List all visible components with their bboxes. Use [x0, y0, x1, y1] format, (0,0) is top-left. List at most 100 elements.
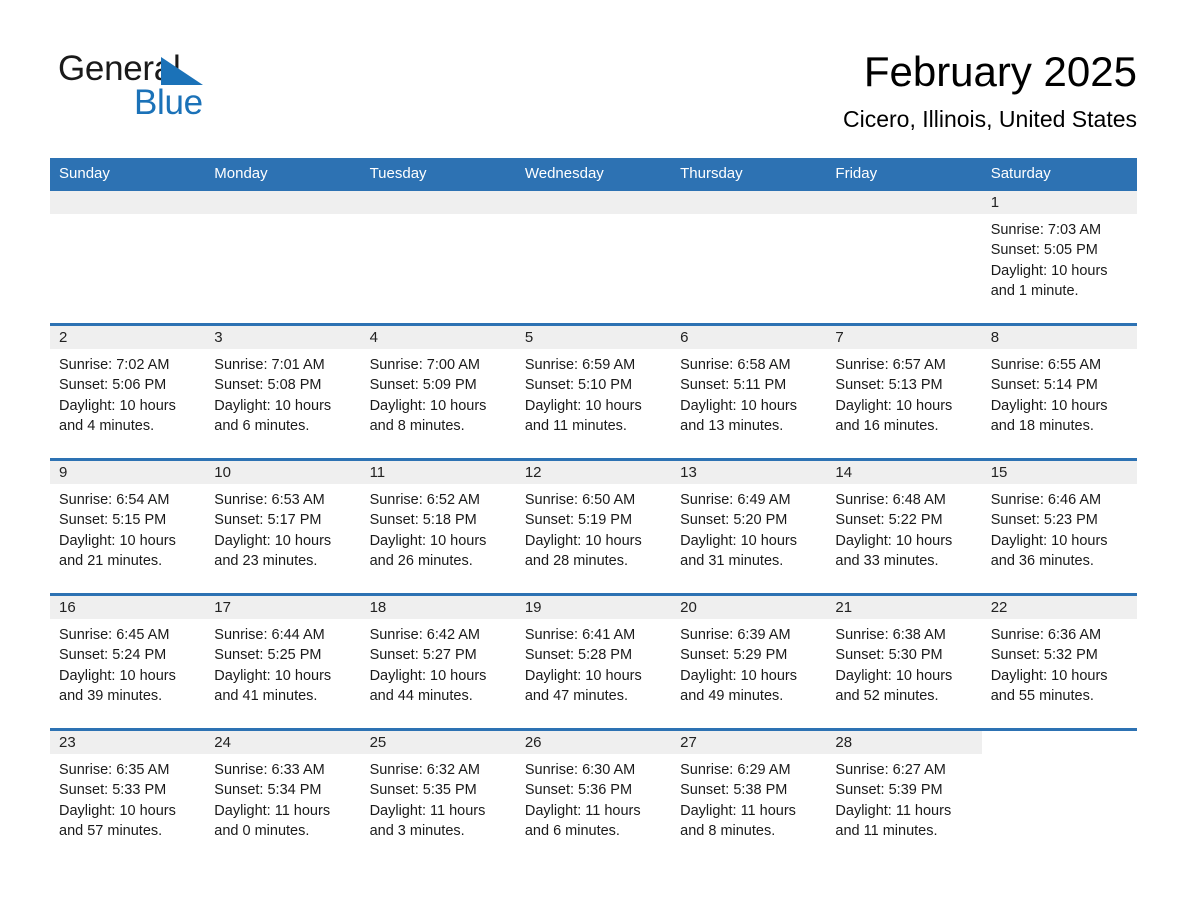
day-cell-4[interactable]: 4 Sunrise: 7:00 AM Sunset: 5:09 PM Daylight… [360, 326, 516, 458]
day-number [50, 191, 206, 214]
day-cell-13[interactable]: 13 Sunrise: 6:49 AM Sunset: 5:20 PM Dayligh… [671, 461, 827, 593]
page-header: General Blue February 2025 Cicero, Illin… [50, 46, 1137, 146]
weekday-header-sunday: Sunday [59, 165, 110, 182]
day-cell-28[interactable]: 28 Sunrise: 6:27 AM Sunset: 5:39 PM Dayligh… [826, 731, 982, 863]
daylight-text: Daylight: 10 hours and 18 minutes. [990, 397, 1108, 435]
sunrise-text: Sunrise: 7:00 AM [369, 357, 480, 373]
day-cell-12[interactable]: 12 Sunrise: 6:50 AM Sunset: 5:19 PM Dayligh… [515, 461, 672, 593]
sunrise-text: Sunrise: 6:35 AM [59, 762, 170, 778]
day-info: Sunrise: 6:48 AM Sunset: 5:22 PM Daylight:… [826, 484, 981, 572]
day-cell-24[interactable]: 24 Sunrise: 6:33 AM Sunset: 5:34 PM Dayligh… [205, 731, 361, 863]
sunset-text: Sunset: 5:23 PM [990, 512, 1098, 529]
day-cell-18[interactable]: 18 Sunrise: 6:42 AM Sunset: 5:27 PM Dayligh… [360, 596, 516, 728]
day-cell-23[interactable]: 23 Sunrise: 6:35 AM Sunset: 5:33 PM Dayligh… [50, 731, 206, 863]
day-number: 11 [360, 461, 516, 484]
day-number: 21 [826, 596, 982, 619]
day-cell-26[interactable]: 26 Sunrise: 6:30 AM Sunset: 5:36 PM Dayligh… [515, 731, 672, 863]
day-number: 9 [50, 461, 206, 484]
daylight-text: Daylight: 10 hours and 39 minutes. [59, 667, 176, 705]
day-cell-19[interactable]: 19 Sunrise: 6:41 AM Sunset: 5:28 PM Dayligh… [515, 596, 672, 728]
sunset-text: Sunset: 5:15 PM [59, 512, 167, 529]
sunrise-text: Sunrise: 6:48 AM [835, 492, 946, 508]
sunrise-text: Sunrise: 6:42 AM [369, 627, 480, 643]
sunrise-text: Sunrise: 6:55 AM [990, 357, 1102, 373]
daylight-text: Daylight: 10 hours and 8 minutes. [369, 397, 487, 435]
weekday-header-wednesday: Wednesday [524, 165, 604, 182]
sunrise-text: Sunrise: 6:53 AM [214, 492, 325, 508]
day-cell-3[interactable]: 3 Sunrise: 7:01 AM Sunset: 5:08 PM Daylight… [205, 326, 361, 458]
day-cell-14[interactable]: 14 Sunrise: 6:48 AM Sunset: 5:22 PM Dayligh… [826, 461, 982, 593]
day-cell-20[interactable]: 20 Sunrise: 6:39 AM Sunset: 5:29 PM Dayligh… [671, 596, 827, 728]
day-number: 16 [50, 596, 206, 619]
day-cell-15[interactable]: 15 Sunrise: 6:46 AM Sunset: 5:23 PM Dayligh… [981, 461, 1137, 593]
sunset-text: Sunset: 5:05 PM [990, 242, 1098, 259]
daylight-text: Daylight: 10 hours and 41 minutes. [214, 667, 332, 705]
day-number: 5 [515, 326, 672, 349]
day-cell-27[interactable]: 27 Sunrise: 6:29 AM Sunset: 5:38 PM Dayligh… [671, 731, 827, 863]
day-info: Sunrise: 6:45 AM Sunset: 5:24 PM Daylight:… [50, 619, 205, 707]
sunset-text: Sunset: 5:17 PM [214, 512, 322, 529]
daylight-text: Daylight: 10 hours and 16 minutes. [835, 397, 953, 435]
day-number: 25 [360, 731, 516, 754]
day-number: 24 [205, 731, 361, 754]
day-info: Sunrise: 6:52 AM Sunset: 5:18 PM Daylight:… [361, 484, 516, 572]
day-cell-6[interactable]: 6 Sunrise: 6:58 AM Sunset: 5:11 PM Daylight… [671, 326, 827, 458]
sunset-text: Sunset: 5:20 PM [680, 512, 788, 529]
weekday-header-monday: Monday [214, 165, 268, 182]
sunrise-text: Sunrise: 6:41 AM [524, 627, 636, 643]
day-info: Sunrise: 7:00 AM Sunset: 5:09 PM Daylight:… [361, 349, 516, 437]
sunrise-text: Sunrise: 6:33 AM [214, 762, 325, 778]
day-number: 4 [360, 326, 516, 349]
daylight-text: Daylight: 10 hours and 26 minutes. [369, 532, 487, 570]
day-cell-2[interactable]: 2 Sunrise: 7:02 AM Sunset: 5:06 PM Daylight… [50, 326, 206, 458]
day-cell-5[interactable]: 5 Sunrise: 6:59 AM Sunset: 5:10 PM Daylight… [515, 326, 672, 458]
day-cell-25[interactable]: 25 Sunrise: 6:32 AM Sunset: 5:35 PM Dayligh… [360, 731, 516, 863]
calendar-week-row: 23 Sunrise: 6:35 AM Sunset: 5:33 PM Dayligh… [50, 728, 1137, 863]
day-cell-17[interactable]: 17 Sunrise: 6:44 AM Sunset: 5:25 PM Dayligh… [205, 596, 361, 728]
sunrise-text: Sunrise: 6:46 AM [990, 492, 1102, 508]
day-cell-21[interactable]: 21 Sunrise: 6:38 AM Sunset: 5:30 PM Dayligh… [826, 596, 982, 728]
sunset-text: Sunset: 5:32 PM [990, 647, 1098, 664]
day-cell-empty [50, 191, 206, 323]
day-cell-empty [826, 191, 982, 323]
day-cell-empty [515, 191, 672, 323]
day-info: Sunrise: 6:53 AM Sunset: 5:17 PM Daylight:… [205, 484, 360, 572]
sunrise-text: Sunrise: 6:58 AM [680, 357, 791, 373]
day-cell-16[interactable]: 16 Sunrise: 6:45 AM Sunset: 5:24 PM Dayligh… [50, 596, 206, 728]
daylight-text: Daylight: 10 hours and 33 minutes. [835, 532, 953, 570]
daylight-text: Daylight: 10 hours and 57 minutes. [59, 802, 176, 840]
weekday-header-saturday: Saturday [990, 165, 1051, 182]
day-cell-empty [981, 731, 1137, 863]
logo-text-blue: Blue [134, 83, 203, 122]
sunset-text: Sunset: 5:14 PM [990, 377, 1098, 394]
day-info: Sunrise: 6:42 AM Sunset: 5:27 PM Daylight:… [361, 619, 516, 707]
sunset-text: Sunset: 5:06 PM [59, 377, 167, 394]
day-cell-empty [205, 191, 361, 323]
sunset-text: Sunset: 5:30 PM [835, 647, 943, 664]
day-number: 27 [671, 731, 827, 754]
sunrise-text: Sunrise: 7:01 AM [214, 357, 325, 373]
daylight-text: Daylight: 11 hours and 0 minutes. [214, 802, 331, 840]
day-cell-9[interactable]: 9 Sunrise: 6:54 AM Sunset: 5:15 PM Daylight… [50, 461, 206, 593]
day-number: 15 [981, 461, 1137, 484]
sunrise-text: Sunrise: 6:59 AM [524, 357, 636, 373]
day-cell-1[interactable]: 1 Sunrise: 7:03 AM Sunset: 5:05 PM Daylight… [981, 191, 1137, 323]
day-cell-8[interactable]: 8 Sunrise: 6:55 AM Sunset: 5:14 PM Daylight… [981, 326, 1137, 458]
calendar-week-row: 16 Sunrise: 6:45 AM Sunset: 5:24 PM Dayligh… [50, 593, 1137, 728]
day-info: Sunrise: 6:50 AM Sunset: 5:19 PM Daylight:… [516, 484, 671, 572]
daylight-text: Daylight: 10 hours and 6 minutes. [214, 397, 332, 435]
triangle-icon [161, 57, 203, 85]
day-number: 10 [205, 461, 361, 484]
day-cell-11[interactable]: 11 Sunrise: 6:52 AM Sunset: 5:18 PM Dayligh… [360, 461, 516, 593]
sunrise-text: Sunrise: 6:38 AM [835, 627, 946, 643]
sunset-text: Sunset: 5:19 PM [524, 512, 633, 529]
day-number: 6 [671, 326, 827, 349]
day-number: 28 [826, 731, 982, 754]
day-cell-7[interactable]: 7 Sunrise: 6:57 AM Sunset: 5:13 PM Daylight… [826, 326, 982, 458]
day-cell-22[interactable]: 22 Sunrise: 6:36 AM Sunset: 5:32 PM Dayligh… [981, 596, 1137, 728]
day-info: Sunrise: 6:36 AM Sunset: 5:32 PM Daylight:… [982, 619, 1137, 707]
day-info: Sunrise: 7:02 AM Sunset: 5:06 PM Daylight:… [50, 349, 205, 437]
day-info: Sunrise: 6:54 AM Sunset: 5:15 PM Daylight:… [50, 484, 205, 572]
sunset-text: Sunset: 5:33 PM [59, 782, 167, 799]
day-cell-10[interactable]: 10 Sunrise: 6:53 AM Sunset: 5:17 PM Dayligh… [205, 461, 361, 593]
